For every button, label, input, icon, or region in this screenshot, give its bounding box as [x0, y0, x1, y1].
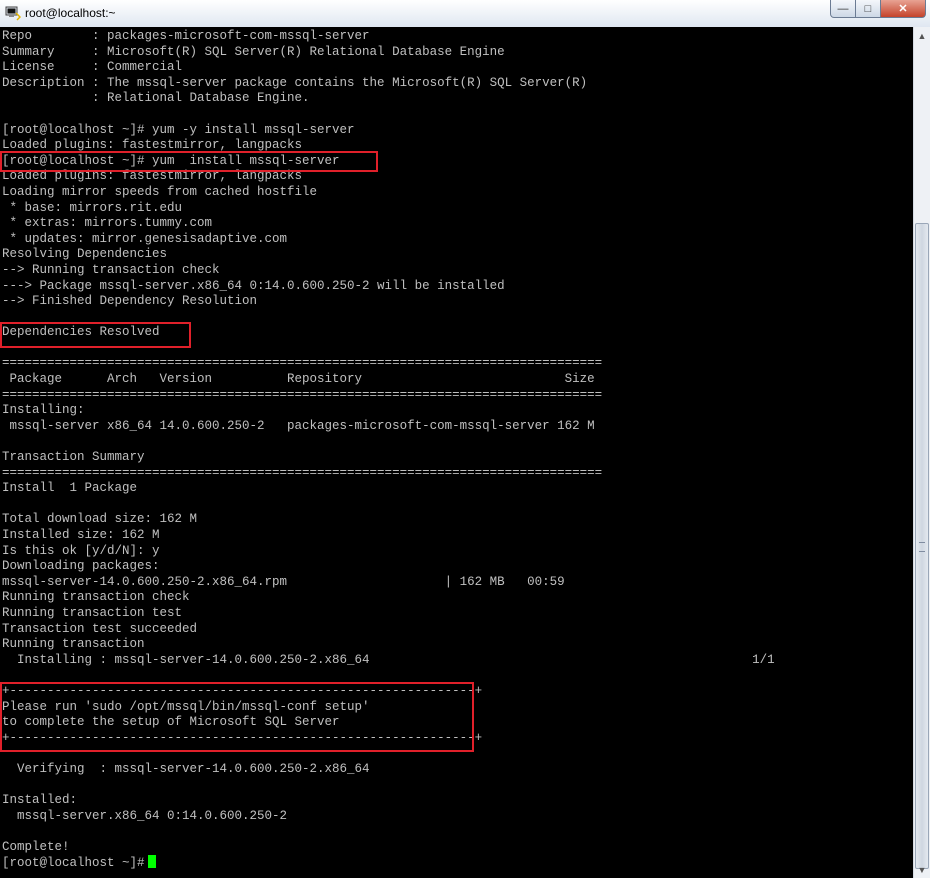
terminal-line: Installing: [2, 403, 85, 418]
terminal-line: Installed: [2, 793, 78, 808]
terminal-line: mssql-server.x86_64 0:14.0.600.250-2 [2, 808, 288, 823]
terminal-line: mssql-server x86_64 14.0.600.250-2 packa… [2, 418, 595, 433]
window-title: root@localhost:~ [25, 6, 116, 20]
minimize-icon: — [837, 2, 849, 15]
terminal-line: Loaded plugins: fastestmirror, langpacks [2, 169, 303, 184]
terminal-line: +---------------------------------------… [2, 683, 483, 698]
terminal-line: Running transaction test [2, 605, 183, 620]
maximize-button[interactable]: □ [855, 0, 881, 18]
terminal-line: [root@localhost ~]# yum install mssql-se… [2, 153, 340, 168]
terminal-output[interactable]: Repo : packages-microsoft-com-mssql-serv… [0, 27, 913, 878]
terminal-line: ========================================… [2, 465, 603, 480]
terminal-line: +---------------------------------------… [2, 730, 483, 745]
terminal-line: Is this ok [y/d/N]: y [2, 543, 160, 558]
terminal-line: Total download size: 162 M [2, 512, 198, 527]
terminal-prompt-line[interactable]: [root@localhost ~]# [2, 855, 775, 871]
terminal-line: Package Arch Version Repository Size [2, 372, 595, 387]
close-button[interactable]: ✕ [880, 0, 926, 18]
terminal-line: --> Finished Dependency Resolution [2, 294, 258, 309]
terminal-line: Complete! [2, 839, 70, 854]
terminal-window: root@localhost:~ — □ ✕ Repo : packages-m… [0, 0, 930, 878]
shell-prompt: [root@localhost ~]# [2, 856, 145, 871]
terminal-line: --> Running transaction check [2, 262, 220, 277]
grip-icon [919, 542, 925, 552]
terminal-line: * updates: mirror.genesisadaptive.com [2, 231, 288, 246]
terminal-text: Repo : packages-microsoft-com-mssql-serv… [2, 29, 775, 871]
terminal-line: Please run 'sudo /opt/mssql/bin/mssql-co… [2, 699, 370, 714]
terminal-line: [root@localhost ~]# yum -y install mssql… [2, 122, 355, 137]
scrollbar-thumb[interactable] [915, 223, 929, 869]
terminal-line: Dependencies Resolved [2, 325, 160, 340]
terminal-line: ========================================… [2, 387, 603, 402]
scroll-up-icon[interactable]: ▲ [914, 27, 930, 44]
terminal-line: Verifying : mssql-server-14.0.600.250-2.… [2, 761, 370, 776]
terminal-line: Transaction Summary [2, 450, 145, 465]
terminal-line: Description : The mssql-server package c… [2, 75, 588, 90]
putty-app-icon[interactable] [5, 5, 22, 21]
terminal-line: License : Commercial [2, 60, 183, 75]
terminal-line: mssql-server-14.0.600.250-2.x86_64.rpm |… [2, 574, 565, 589]
terminal-line: Running transaction [2, 637, 145, 652]
terminal-line: Repo : packages-microsoft-com-mssql-serv… [2, 29, 370, 43]
scroll-down-icon[interactable]: ▼ [914, 861, 930, 878]
terminal-line: * base: mirrors.rit.edu [2, 200, 183, 215]
terminal-line: ---> Package mssql-server.x86_64 0:14.0.… [2, 278, 505, 293]
terminal-line: Loading mirror speeds from cached hostfi… [2, 184, 318, 199]
terminal-line: Summary : Microsoft(R) SQL Server(R) Rel… [2, 44, 505, 59]
maximize-icon: □ [864, 2, 872, 15]
terminal-line: Running transaction check [2, 590, 190, 605]
terminal-line: Downloading packages: [2, 559, 160, 574]
minimize-button[interactable]: — [830, 0, 856, 18]
terminal-line: Loaded plugins: fastestmirror, langpacks [2, 138, 303, 153]
title-bar[interactable]: root@localhost:~ — □ ✕ [0, 0, 930, 28]
terminal-line: ========================================… [2, 356, 603, 371]
terminal-line: * extras: mirrors.tummy.com [2, 216, 213, 231]
terminal-line: Resolving Dependencies [2, 247, 168, 262]
vertical-scrollbar[interactable]: ▲ ▼ [913, 27, 930, 878]
terminal-line: Install 1 Package [2, 481, 138, 496]
close-icon: ✕ [898, 3, 908, 15]
terminal-line: Installed size: 162 M [2, 528, 160, 542]
terminal-line: to complete the setup of Microsoft SQL S… [2, 715, 340, 730]
terminal-line: : Relational Database Engine. [2, 91, 310, 106]
text-cursor [147, 855, 156, 869]
terminal-line: Transaction test succeeded [2, 621, 198, 636]
terminal-line: Installing : mssql-server-14.0.600.250-2… [2, 652, 775, 667]
